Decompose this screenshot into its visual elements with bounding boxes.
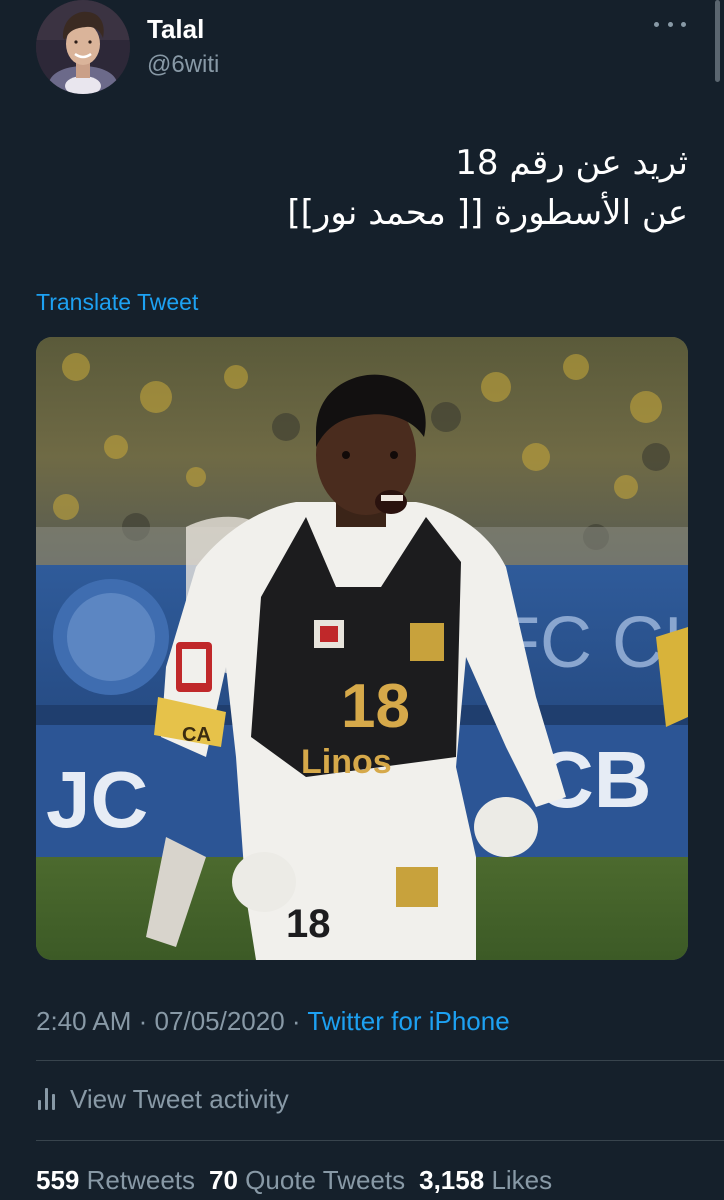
football-player-photo: FC CH JC CB 18 Linos CA 18 [36, 337, 688, 960]
tweet-source-link[interactable]: Twitter for iPhone [307, 1006, 509, 1036]
tweet-date: 07/05/2020 [154, 1006, 285, 1036]
retweets-count: 559 [36, 1165, 80, 1195]
armband-text: CA [182, 724, 211, 746]
jersey-sponsor: Linos [301, 743, 392, 781]
tweet-meta: 2:40 AM · 07/05/2020 · Twitter for iPhon… [36, 1004, 510, 1038]
user-handle[interactable]: @6witi [147, 50, 219, 80]
retweets-stat[interactable]: 559 Retweets [36, 1165, 195, 1195]
translate-tweet-link[interactable]: Translate Tweet [36, 287, 198, 317]
more-options-icon[interactable] [654, 12, 686, 36]
quote-tweets-count: 70 [209, 1165, 238, 1195]
tweet-text-line: ثريد عن رقم 18 [455, 143, 688, 183]
display-name[interactable]: Talal [147, 14, 204, 44]
banner-text: JC [46, 755, 148, 844]
quote-tweets-label: Quote Tweets [245, 1165, 406, 1195]
meta-separator: · [138, 1006, 148, 1036]
avatar[interactable] [36, 0, 130, 94]
view-tweet-activity-label: View Tweet activity [70, 1083, 289, 1114]
divider [36, 1060, 724, 1061]
profile-photo [36, 0, 130, 94]
tweet-text-line: عن الأسطورة [[ محمد نور]] [287, 193, 688, 233]
likes-stat[interactable]: 3,158 Likes [419, 1165, 552, 1195]
shorts-number: 18 [286, 902, 331, 946]
divider [36, 1140, 724, 1141]
analytics-bars-icon [36, 1086, 58, 1112]
view-tweet-activity-button[interactable]: View Tweet activity [36, 1081, 289, 1117]
tweet-media-image[interactable]: FC CH JC CB 18 Linos CA 18 [36, 337, 688, 960]
scrollbar[interactable] [715, 0, 720, 82]
retweets-label: Retweets [86, 1165, 196, 1195]
jersey-number: 18 [341, 672, 410, 741]
tweet-text: ثريد عن رقم 18 عن الأسطورة [[ محمد نور]] [36, 138, 688, 238]
quote-tweets-stat[interactable]: 70 Quote Tweets [209, 1165, 405, 1195]
meta-separator: · [291, 1006, 301, 1036]
tweet-header: Talal @6witi [36, 0, 686, 95]
tweet-time: 2:40 AM [36, 1006, 132, 1036]
likes-count: 3,158 [419, 1165, 485, 1195]
tweet-stats: 559 Retweets 70 Quote Tweets 3,158 Likes [36, 1163, 552, 1197]
likes-label: Likes [491, 1165, 553, 1195]
